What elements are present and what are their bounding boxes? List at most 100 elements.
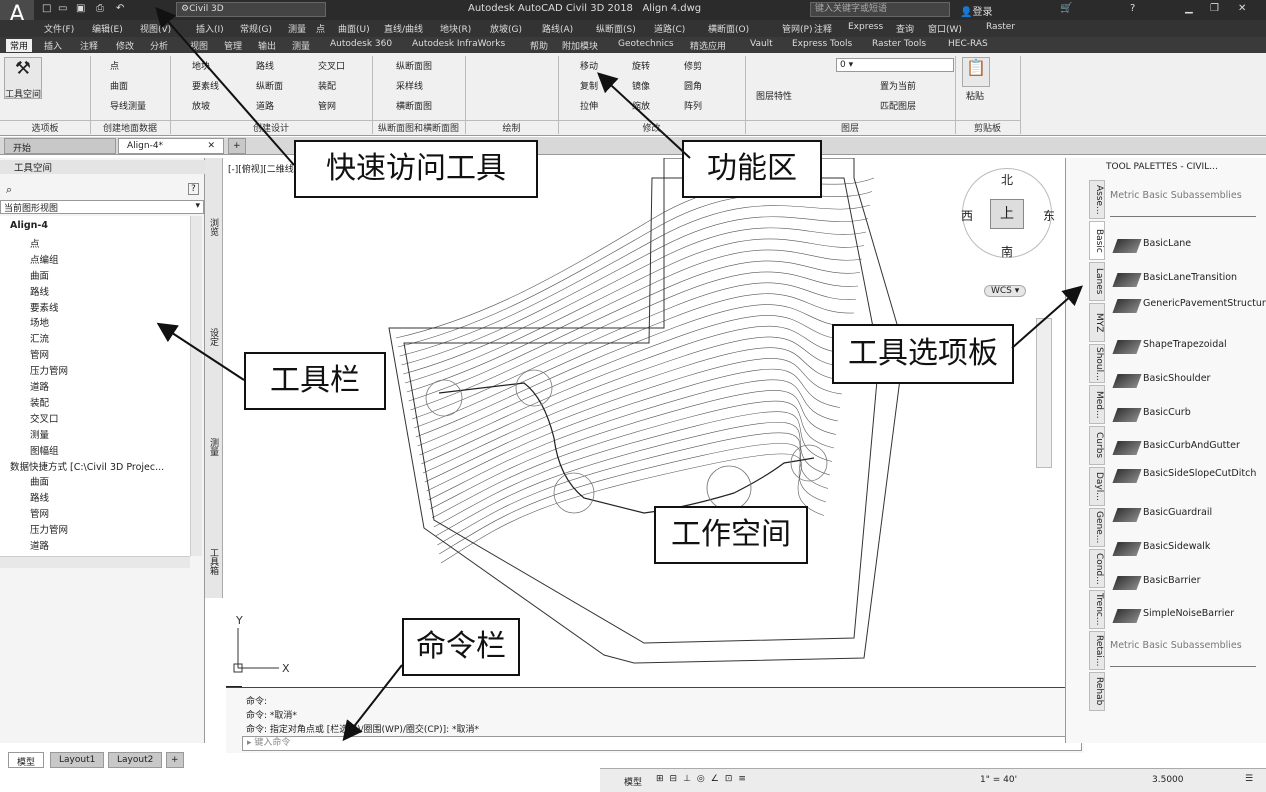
layer-dropdown[interactable]: 0 ▾ xyxy=(836,58,954,72)
palette-tab-3[interactable]: MYZ xyxy=(1089,303,1105,342)
ribbon-col2-2[interactable]: 放坡 xyxy=(192,99,210,112)
tree-item-14[interactable]: 图幅组 xyxy=(30,443,59,457)
ribbon-col2-1[interactable]: 要素线 xyxy=(192,79,219,92)
palette-tab-10[interactable]: Trenc... xyxy=(1089,590,1105,629)
tree-item-18[interactable]: 管网 xyxy=(30,506,49,520)
menu-item-10[interactable]: 放坡(G) xyxy=(490,22,522,35)
ribbon-tab-17[interactable]: Raster Tools xyxy=(872,39,926,49)
help-icon[interactable]: ? xyxy=(1130,3,1135,14)
add-layout-button[interactable]: + xyxy=(166,752,184,768)
menu-item-19[interactable]: 窗口(W) xyxy=(928,22,962,35)
modify-tool-4[interactable]: 镜像 xyxy=(632,79,650,92)
modify-tool-6[interactable]: 拉伸 xyxy=(580,99,598,112)
menu-item-11[interactable]: 路线(A) xyxy=(542,22,573,35)
toolspace-vtab-3[interactable]: 工具箱 xyxy=(207,548,220,575)
tab-align4[interactable]: Align-4* ✕ xyxy=(118,138,224,154)
palette-tab-7[interactable]: Dayl... xyxy=(1089,467,1105,506)
palette-tab-4[interactable]: Shoul... xyxy=(1089,344,1105,383)
ribbon-panel-2[interactable]: 创建设计 xyxy=(170,120,372,134)
palette-tab-1[interactable]: Basic xyxy=(1089,221,1105,260)
ribbon-panel-7[interactable]: 剪贴板 xyxy=(955,120,1020,134)
ribbon-tab-8[interactable]: 测量 xyxy=(292,39,310,52)
palette-tab-9[interactable]: Cond... xyxy=(1089,549,1105,588)
tab-layout1[interactable]: Layout1 xyxy=(50,752,105,768)
menu-item-1[interactable]: 编辑(E) xyxy=(92,22,123,35)
tree-item-17[interactable]: 路线 xyxy=(30,490,49,504)
tree-item-15[interactable]: 数据快捷方式 [C:\Civil 3D Projec... xyxy=(10,459,164,473)
ribbon-tab-11[interactable]: 帮助 xyxy=(530,39,548,52)
viewcube-top[interactable]: 上 xyxy=(990,199,1024,229)
tree-item-20[interactable]: 道路 xyxy=(30,538,49,552)
tree-item-4[interactable]: 路线 xyxy=(30,284,49,298)
ribbon-tab-13[interactable]: Geotechnics xyxy=(618,39,674,49)
subassembly-8[interactable]: BasicGuardrail xyxy=(1143,507,1212,518)
ribbon-tab-0[interactable]: 常用 xyxy=(6,39,33,52)
toolspace-vtab-2[interactable]: 测量 xyxy=(207,438,220,456)
subassembly-5[interactable]: BasicCurb xyxy=(1143,407,1191,418)
ribbon-panel-0[interactable]: 选项板 xyxy=(0,120,90,134)
command-input[interactable]: ▸ 键入命令 xyxy=(242,736,1082,751)
menu-item-18[interactable]: 查询 xyxy=(896,22,914,35)
ribbon-panel-6[interactable]: 图层 xyxy=(745,120,955,134)
menu-item-6[interactable]: 点 xyxy=(316,22,325,35)
status-menu-icon[interactable]: ☰ xyxy=(1245,774,1253,784)
ribbon-col5-1[interactable]: 采样线 xyxy=(396,79,423,92)
ribbon-tab-4[interactable]: 分析 xyxy=(150,39,168,52)
help-icon[interactable]: ? xyxy=(188,183,199,195)
tree-item-5[interactable]: 要素线 xyxy=(30,300,59,314)
subassembly-3[interactable]: ShapeTrapezoidal xyxy=(1143,339,1227,350)
restore-button[interactable]: ❐ xyxy=(1210,3,1219,14)
open-icon[interactable]: ▭ xyxy=(58,3,67,14)
menu-item-0[interactable]: 文件(F) xyxy=(44,22,74,35)
palette-tab-6[interactable]: Curbs xyxy=(1089,426,1105,465)
status-grid-icons[interactable]: ⊞⊟⊥◎∠⊡≡ xyxy=(656,774,752,784)
subassembly-0[interactable]: BasicLane xyxy=(1143,238,1191,249)
ribbon-tab-10[interactable]: Autodesk InfraWorks xyxy=(412,39,505,49)
modify-tool-2[interactable]: 修剪 xyxy=(684,59,702,72)
menu-item-16[interactable]: 注释 xyxy=(814,22,832,35)
tree-hscroll[interactable] xyxy=(0,556,190,568)
sign-in-button[interactable]: 👤登录 xyxy=(960,3,992,18)
tree-item-1[interactable]: 点 xyxy=(30,236,40,250)
palette-tab-5[interactable]: Med... xyxy=(1089,385,1105,424)
tree-item-0[interactable]: Align-4 xyxy=(10,220,48,231)
palette-tab-11[interactable]: Retai... xyxy=(1089,631,1105,670)
subassembly-11[interactable]: SimpleNoiseBarrier xyxy=(1143,608,1234,619)
cart-icon[interactable]: 🛒 xyxy=(1060,3,1072,14)
tab-layout2[interactable]: Layout2 xyxy=(108,752,163,768)
search-icon[interactable]: ⌕ xyxy=(6,183,12,197)
layer-tool-2[interactable]: 匹配图层 xyxy=(880,99,916,112)
search-input[interactable]: 键入关键字或短语 xyxy=(810,2,950,17)
status-scale[interactable]: 1" = 40' xyxy=(980,775,1017,785)
tree-item-7[interactable]: 汇流 xyxy=(30,331,49,345)
ribbon-panel-4[interactable]: 绘制 xyxy=(465,120,558,134)
undo-icon[interactable]: ↶ xyxy=(116,3,124,14)
save-icon[interactable]: ▣ xyxy=(76,3,85,14)
ribbon-col3-2[interactable]: 道路 xyxy=(256,99,274,112)
tree-item-2[interactable]: 点编组 xyxy=(30,252,59,266)
menu-item-17[interactable]: Express xyxy=(848,22,883,32)
subassembly-9[interactable]: BasicSidewalk xyxy=(1143,541,1210,552)
palette-tab-12[interactable]: Rehab xyxy=(1089,672,1105,711)
tree-item-11[interactable]: 装配 xyxy=(30,395,49,409)
wcs-button[interactable]: WCS ▾ xyxy=(984,285,1027,297)
viewcube-west[interactable]: 西 xyxy=(961,207,973,224)
ribbon-col5-0[interactable]: 纵断面图 xyxy=(396,59,432,72)
menu-item-2[interactable]: 视图(V) xyxy=(140,22,171,35)
drawing-area[interactable]: [-][俯视][二维线框] Y X 北 西 东 南 上 WCS ▾ xyxy=(224,158,1064,686)
tree-item-12[interactable]: 交叉口 xyxy=(30,411,59,425)
tree-item-16[interactable]: 曲面 xyxy=(30,474,49,488)
modify-tool-1[interactable]: 旋转 xyxy=(632,59,650,72)
tab-start[interactable]: 开始 xyxy=(4,138,116,154)
menu-item-20[interactable]: Raster xyxy=(986,22,1015,32)
menu-item-8[interactable]: 直线/曲线 xyxy=(384,22,423,35)
modify-tool-5[interactable]: 圆角 xyxy=(684,79,702,92)
viewcube-north[interactable]: 北 xyxy=(1001,171,1013,188)
modify-tool-0[interactable]: 移动 xyxy=(580,59,598,72)
layer-tool-0[interactable]: 图层特性 xyxy=(756,89,792,102)
menu-item-12[interactable]: 纵断面(S) xyxy=(596,22,636,35)
ribbon-tab-12[interactable]: 附加模块 xyxy=(562,39,598,52)
subassembly-6[interactable]: BasicCurbAndGutter xyxy=(1143,440,1240,451)
close-button[interactable]: ✕ xyxy=(1238,3,1246,14)
new-icon[interactable]: □ xyxy=(42,3,51,14)
